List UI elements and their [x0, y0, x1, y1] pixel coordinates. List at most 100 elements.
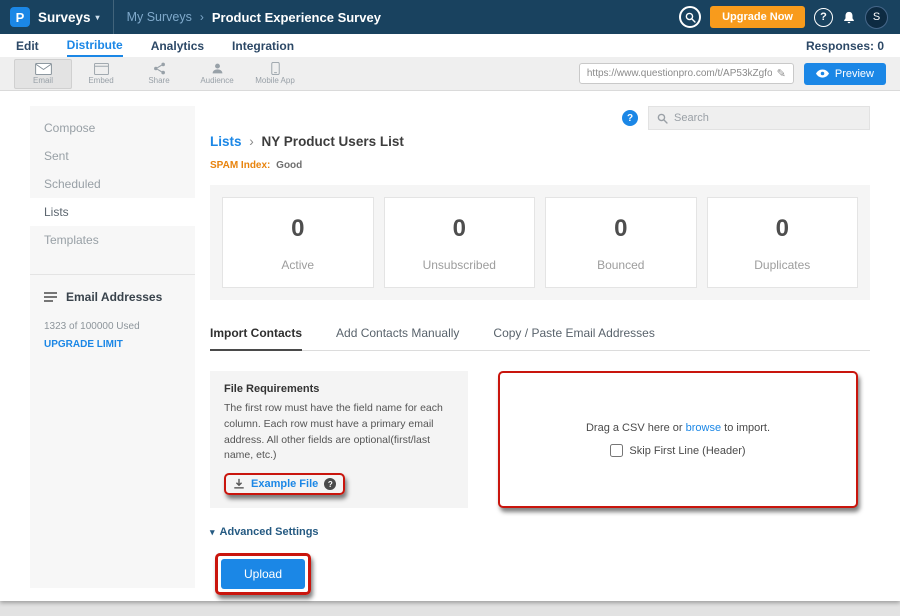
- email-addresses-header: Email Addresses: [44, 290, 181, 304]
- sidebar-item-lists[interactable]: Lists: [30, 198, 195, 226]
- global-search-button[interactable]: [679, 6, 701, 28]
- upload-button[interactable]: Upload: [221, 559, 305, 589]
- sidebar-item-scheduled[interactable]: Scheduled: [30, 170, 195, 198]
- stat-card-unsubscribed: 0 Unsubscribed: [384, 197, 536, 288]
- email-addresses-section: Email Addresses 1323 of 100000 Used UPGR…: [30, 274, 195, 367]
- sidebar-item-templates[interactable]: Templates: [30, 226, 195, 254]
- survey-url-field[interactable]: https://www.questionpro.com/t/AP53kZgfo …: [579, 63, 794, 84]
- contacts-tabs: Import Contacts Add Contacts Manually Co…: [210, 326, 870, 351]
- question-mark-icon: ?: [820, 11, 827, 23]
- spam-index-row: SPAM Index: Good: [210, 160, 870, 171]
- email-icon: [35, 63, 52, 75]
- stat-value: 0: [546, 215, 696, 243]
- search-box[interactable]: [648, 106, 870, 130]
- stat-value: 0: [223, 215, 373, 243]
- advanced-settings-toggle[interactable]: ▾ Advanced Settings: [210, 526, 870, 538]
- divider: [113, 0, 114, 34]
- list-icon: [44, 292, 57, 302]
- stat-label: Unsubscribed: [385, 258, 535, 272]
- chevron-down-icon: ▾: [96, 13, 100, 22]
- tab-analytics[interactable]: Analytics: [151, 34, 204, 57]
- csv-dropzone[interactable]: Drag a CSV here or browse to import. Ski…: [498, 371, 858, 508]
- survey-title: Product Experience Survey: [212, 10, 381, 25]
- survey-url: https://www.questionpro.com/t/AP53kZgfo: [587, 68, 772, 79]
- dropzone-text-after: to import.: [724, 422, 770, 434]
- channel-label: Audience: [200, 76, 233, 85]
- questionpro-logo[interactable]: P: [10, 7, 30, 27]
- breadcrumb-lists[interactable]: Lists: [210, 134, 242, 149]
- tab-edit[interactable]: Edit: [16, 34, 39, 57]
- email-sidebar: Compose Sent Scheduled Lists Templates E…: [30, 106, 195, 588]
- stat-card-bounced: 0 Bounced: [545, 197, 697, 288]
- help-icon[interactable]: ?: [324, 478, 336, 490]
- preview-button[interactable]: Preview: [804, 63, 886, 85]
- stat-label: Duplicates: [708, 258, 858, 272]
- audience-icon: [211, 62, 224, 75]
- app-window: P Surveys ▾ My Surveys › Product Experie…: [0, 0, 900, 601]
- channel-embed[interactable]: Embed: [72, 59, 130, 89]
- import-area: File Requirements The first row must hav…: [210, 371, 870, 508]
- edit-pencil-icon[interactable]: ✎: [777, 67, 786, 80]
- product-name: Surveys: [38, 10, 91, 25]
- top-navigation-bar: P Surveys ▾ My Surveys › Product Experie…: [0, 0, 900, 34]
- channel-label: Share: [148, 76, 169, 85]
- search-row: ?: [210, 106, 870, 130]
- stat-value: 0: [708, 215, 858, 243]
- stat-card-active: 0 Active: [222, 197, 374, 288]
- channel-mobile-app[interactable]: Mobile App: [246, 59, 304, 89]
- avatar[interactable]: S: [865, 6, 888, 29]
- browse-link[interactable]: browse: [686, 422, 721, 434]
- topbar-right: Upgrade Now ? S: [679, 6, 888, 29]
- tab-copy-paste-email-addresses[interactable]: Copy / Paste Email Addresses: [493, 326, 654, 350]
- product-switcher[interactable]: Surveys ▾: [38, 10, 100, 25]
- example-file-link[interactable]: Example File: [251, 478, 318, 490]
- responses-count: Responses: 0: [806, 34, 884, 57]
- eye-icon: [816, 69, 829, 78]
- channel-label: Mobile App: [255, 76, 295, 85]
- preview-label: Preview: [835, 68, 874, 80]
- dropzone-instruction: Drag a CSV here or browse to import.: [510, 422, 846, 434]
- sidebar-item-sent[interactable]: Sent: [30, 142, 195, 170]
- tab-integration[interactable]: Integration: [232, 34, 294, 57]
- spam-index-label: SPAM Index:: [210, 160, 270, 171]
- content-area: Compose Sent Scheduled Lists Templates E…: [0, 91, 900, 601]
- search-icon: [685, 12, 696, 23]
- file-requirements-panel: File Requirements The first row must hav…: [210, 371, 468, 508]
- bell-icon: [842, 10, 856, 25]
- chevron-down-icon: ▾: [210, 527, 215, 538]
- tab-distribute[interactable]: Distribute: [67, 34, 123, 57]
- help-icon[interactable]: ?: [622, 110, 638, 126]
- spam-index-value: Good: [276, 160, 302, 171]
- list-stats: 0 Active 0 Unsubscribed 0 Bounced 0 Dupl…: [210, 185, 870, 300]
- list-name: NY Product Users List: [262, 134, 404, 149]
- stat-label: Active: [223, 258, 373, 272]
- stat-card-duplicates: 0 Duplicates: [707, 197, 859, 288]
- skip-first-line-checkbox[interactable]: [610, 444, 623, 457]
- stat-label: Bounced: [546, 258, 696, 272]
- sidebar-item-compose[interactable]: Compose: [30, 114, 195, 142]
- breadcrumb-my-surveys[interactable]: My Surveys: [127, 10, 192, 24]
- share-icon: [153, 62, 166, 75]
- channel-share[interactable]: Share: [130, 59, 188, 89]
- skip-first-line-row: Skip First Line (Header): [510, 444, 846, 457]
- notifications-button[interactable]: [842, 10, 856, 25]
- tab-add-contacts-manually[interactable]: Add Contacts Manually: [336, 326, 459, 350]
- upgrade-limit-link[interactable]: UPGRADE LIMIT: [44, 339, 123, 350]
- distribute-toolbar: Email Embed Share Audience Mobile App ht…: [0, 57, 900, 91]
- file-requirements-title: File Requirements: [224, 383, 454, 395]
- breadcrumb-separator: ›: [249, 134, 254, 149]
- channel-label: Embed: [88, 76, 113, 85]
- channel-email[interactable]: Email: [14, 59, 72, 89]
- usage-count: 1323 of 100000 Used: [44, 321, 181, 332]
- channel-label: Email: [33, 76, 53, 85]
- list-detail-panel: ? Lists › NY Product Users List SPAM Ind…: [195, 106, 870, 601]
- dropzone-text-before: Drag a CSV here or: [586, 422, 683, 434]
- tab-import-contacts[interactable]: Import Contacts: [210, 326, 302, 351]
- email-addresses-label: Email Addresses: [66, 290, 162, 304]
- upload-annotation: Upload: [215, 553, 311, 595]
- search-input[interactable]: [674, 112, 861, 124]
- example-file-annotation: Example File ?: [224, 473, 345, 495]
- upgrade-now-button[interactable]: Upgrade Now: [710, 6, 805, 28]
- channel-audience[interactable]: Audience: [188, 59, 246, 89]
- help-button[interactable]: ?: [814, 8, 833, 27]
